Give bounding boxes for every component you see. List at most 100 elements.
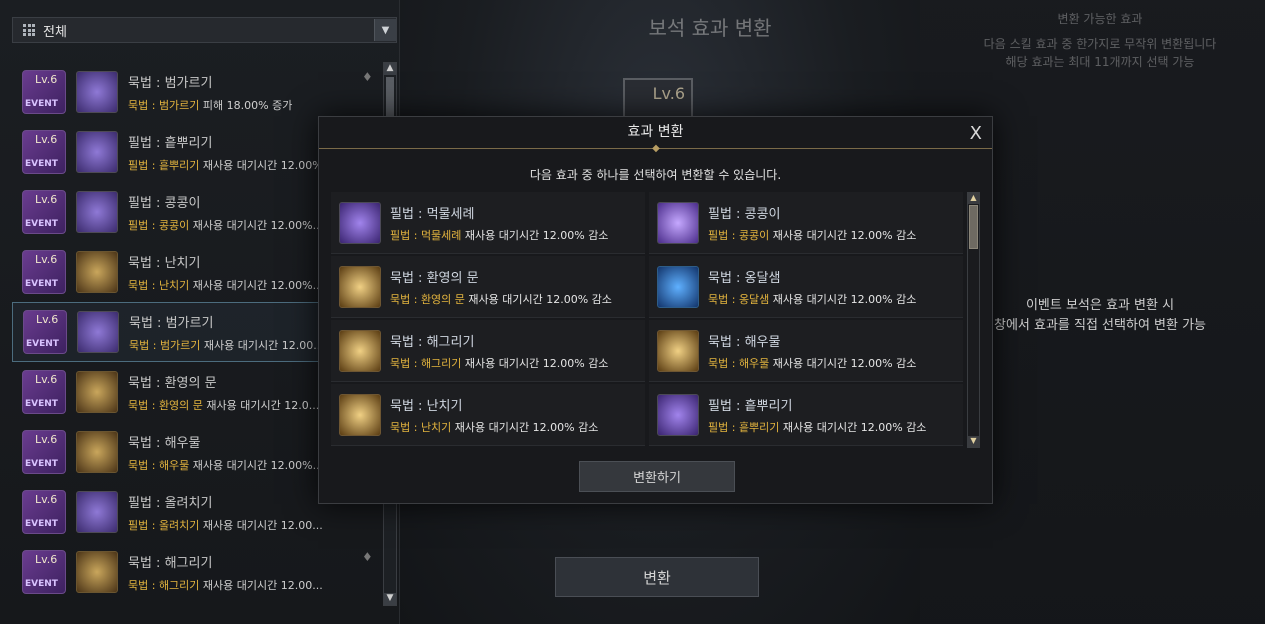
option-effect-highlight: 묵법 : 해우물 xyxy=(708,356,770,370)
skill-effect: 필법 : 콩콩이 재사용 대기시간 12.00%... xyxy=(128,217,323,233)
filter-label: 전체 xyxy=(43,24,67,40)
skill-icon xyxy=(76,191,118,233)
event-gem-icon: Lv.6 EVENT xyxy=(22,190,66,234)
option-effect: 필법 : 먹물세례 재사용 대기시간 12.00% 감소 xyxy=(390,227,608,243)
skill-icon xyxy=(76,551,118,593)
skill-effect-text: 재사용 대기시간 12.00%... xyxy=(199,158,334,172)
ornament-icon: ◆ xyxy=(652,143,660,154)
gem-level: Lv.6 xyxy=(35,73,58,86)
gem-level: Lv.6 xyxy=(35,373,58,386)
effect-options-scrollbar[interactable]: ▲ ▼ xyxy=(967,192,980,448)
event-badge: EVENT xyxy=(25,579,58,589)
option-skill-name: 필법 : 콩콩이 xyxy=(708,206,781,222)
convertible-effects-desc2: 해당 효과는 최대 11개까지 선택 가능 xyxy=(1005,54,1195,69)
skill-icon xyxy=(657,329,699,372)
gem-level: Lv.6 xyxy=(35,433,58,446)
event-gem-icon: Lv.6 EVENT xyxy=(22,430,66,474)
skill-icon xyxy=(339,201,381,244)
skill-effect-highlight: 필법 : 흩뿌리기 xyxy=(128,158,200,172)
scroll-down-icon[interactable]: ▼ xyxy=(384,593,396,605)
skill-icon xyxy=(76,491,118,533)
skill-icon xyxy=(76,251,118,293)
option-effect-highlight: 필법 : 흩뿌리기 xyxy=(708,420,780,434)
gem-list-item[interactable]: Lv.6 EVENT 묵법 : 해그리기 묵법 : 해그리기 재사용 대기시간 … xyxy=(12,542,382,602)
option-effect-highlight: 묵법 : 난치기 xyxy=(390,420,452,434)
option-effect: 묵법 : 환영의 문 재사용 대기시간 12.00% 감소 xyxy=(390,291,612,307)
effect-option[interactable]: 묵법 : 해우물 묵법 : 해우물 재사용 대기시간 12.00% 감소 xyxy=(649,320,963,382)
event-badge: EVENT xyxy=(25,99,58,109)
skill-effect-highlight: 묵법 : 해우물 xyxy=(128,458,190,472)
skill-icon xyxy=(339,265,381,308)
skill-name: 필법 : 흩뿌리기 xyxy=(128,135,213,151)
gem-level: Lv.6 xyxy=(35,193,58,206)
gem-level: Lv.6 xyxy=(35,253,58,266)
gem-equipped-icon: ♦ xyxy=(362,70,373,84)
skill-icon xyxy=(339,329,381,372)
skill-name: 묵법 : 환영의 문 xyxy=(128,375,217,391)
option-effect: 필법 : 흩뿌리기 재사용 대기시간 12.00% 감소 xyxy=(708,419,926,435)
scroll-up-icon[interactable]: ▲ xyxy=(384,63,396,75)
chevron-down-icon[interactable]: ▼ xyxy=(374,19,396,41)
convertible-effects-title: 변환 가능한 효과 xyxy=(1057,12,1143,26)
skill-effect-text: 피해 18.00% 증가 xyxy=(199,98,293,112)
event-badge: EVENT xyxy=(25,519,58,529)
skill-effect: 묵법 : 해그리기 재사용 대기시간 12.00... xyxy=(128,577,323,593)
option-effect-highlight: 묵법 : 환영의 문 xyxy=(390,292,465,306)
scroll-up-icon[interactable]: ▲ xyxy=(968,193,979,204)
option-effect-text: 재사용 대기시간 12.00% 감소 xyxy=(451,420,599,434)
gem-list-item[interactable]: Lv.6 EVENT 묵법 : 범가르기 묵법 : 범가르기 피해 18.00%… xyxy=(12,62,382,122)
option-skill-name: 묵법 : 옹달샘 xyxy=(708,270,781,286)
effect-conversion-dialog: 효과 변환 ◆ X 다음 효과 중 하나를 선택하여 변환할 수 있습니다. 필… xyxy=(318,116,993,504)
option-effect-text: 재사용 대기시간 12.00% 감소 xyxy=(461,228,609,242)
skill-effect: 묵법 : 범가르기 재사용 대기시간 12.00... xyxy=(129,337,324,353)
skill-effect-text: 재사용 대기시간 12.00... xyxy=(199,578,323,592)
page-title: 보석 효과 변환 xyxy=(648,16,772,40)
effect-option[interactable]: 묵법 : 난치기 묵법 : 난치기 재사용 대기시간 12.00% 감소 xyxy=(331,384,645,446)
effect-option[interactable]: 묵법 : 환영의 문 묵법 : 환영의 문 재사용 대기시간 12.00% 감소 xyxy=(331,256,645,318)
convert-button[interactable]: 변환 xyxy=(555,557,759,597)
skill-icon xyxy=(76,131,118,173)
skill-effect-text: 재사용 대기시간 12.00%... xyxy=(189,278,324,292)
skill-effect: 묵법 : 환영의 문 재사용 대기시간 12.0... xyxy=(128,397,319,413)
skill-name: 묵법 : 범가르기 xyxy=(129,315,214,331)
skill-icon xyxy=(76,371,118,413)
skill-effect-text: 재사용 대기시간 12.00... xyxy=(200,338,324,352)
skill-effect-text: 재사용 대기시간 12.00... xyxy=(199,518,323,532)
skill-effect-highlight: 필법 : 올려치기 xyxy=(128,518,200,532)
effect-option[interactable]: 묵법 : 해그리기 묵법 : 해그리기 재사용 대기시간 12.00% 감소 xyxy=(331,320,645,382)
event-gem-icon: Lv.6 EVENT xyxy=(22,550,66,594)
skill-effect-highlight: 묵법 : 범가르기 xyxy=(129,338,201,352)
filter-dropdown[interactable]: 전체 ▼ xyxy=(12,17,397,43)
scroll-thumb[interactable] xyxy=(969,205,978,249)
skill-icon xyxy=(657,265,699,308)
event-gem-note-line1: 이벤트 보석은 효과 변환 시 xyxy=(1025,298,1175,313)
skill-icon xyxy=(657,393,699,436)
effect-option[interactable]: 필법 : 먹물세례 필법 : 먹물세례 재사용 대기시간 12.00% 감소 xyxy=(331,192,645,254)
convertible-effects-desc1: 다음 스킬 효과 중 한가지로 무작위 변환됩니다 xyxy=(983,37,1217,51)
option-effect: 묵법 : 옹달샘 재사용 대기시간 12.00% 감소 xyxy=(708,291,916,307)
skill-effect-text: 재사용 대기시간 12.0... xyxy=(202,398,320,412)
skill-name: 묵법 : 범가르기 xyxy=(128,75,213,91)
grid-icon xyxy=(23,24,35,36)
gem-level: Lv.6 xyxy=(35,493,58,506)
close-icon[interactable]: X xyxy=(970,123,982,144)
effect-option[interactable]: 필법 : 콩콩이 필법 : 콩콩이 재사용 대기시간 12.00% 감소 xyxy=(649,192,963,254)
effect-option[interactable]: 묵법 : 옹달샘 묵법 : 옹달샘 재사용 대기시간 12.00% 감소 xyxy=(649,256,963,318)
option-skill-name: 묵법 : 환영의 문 xyxy=(390,270,479,286)
skill-icon xyxy=(77,311,119,353)
effect-options-list: 필법 : 먹물세례 필법 : 먹물세례 재사용 대기시간 12.00% 감소 필… xyxy=(331,192,967,448)
event-gem-icon: Lv.6 EVENT xyxy=(22,370,66,414)
scroll-down-icon[interactable]: ▼ xyxy=(968,436,979,447)
event-badge: EVENT xyxy=(26,339,59,349)
option-skill-name: 필법 : 흩뿌리기 xyxy=(708,398,793,414)
event-gem-icon: Lv.6 EVENT xyxy=(23,310,67,354)
confirm-convert-button[interactable]: 변환하기 xyxy=(579,461,735,492)
skill-name: 묵법 : 난치기 xyxy=(128,255,201,271)
effect-option[interactable]: 필법 : 흩뿌리기 필법 : 흩뿌리기 재사용 대기시간 12.00% 감소 xyxy=(649,384,963,446)
skill-effect-highlight: 필법 : 콩콩이 xyxy=(128,218,190,232)
gem-equipped-icon: ♦ xyxy=(362,550,373,564)
skill-icon xyxy=(76,431,118,473)
event-badge: EVENT xyxy=(25,459,58,469)
option-skill-name: 묵법 : 해우물 xyxy=(708,334,781,350)
option-effect-text: 재사용 대기시간 12.00% 감소 xyxy=(769,228,917,242)
